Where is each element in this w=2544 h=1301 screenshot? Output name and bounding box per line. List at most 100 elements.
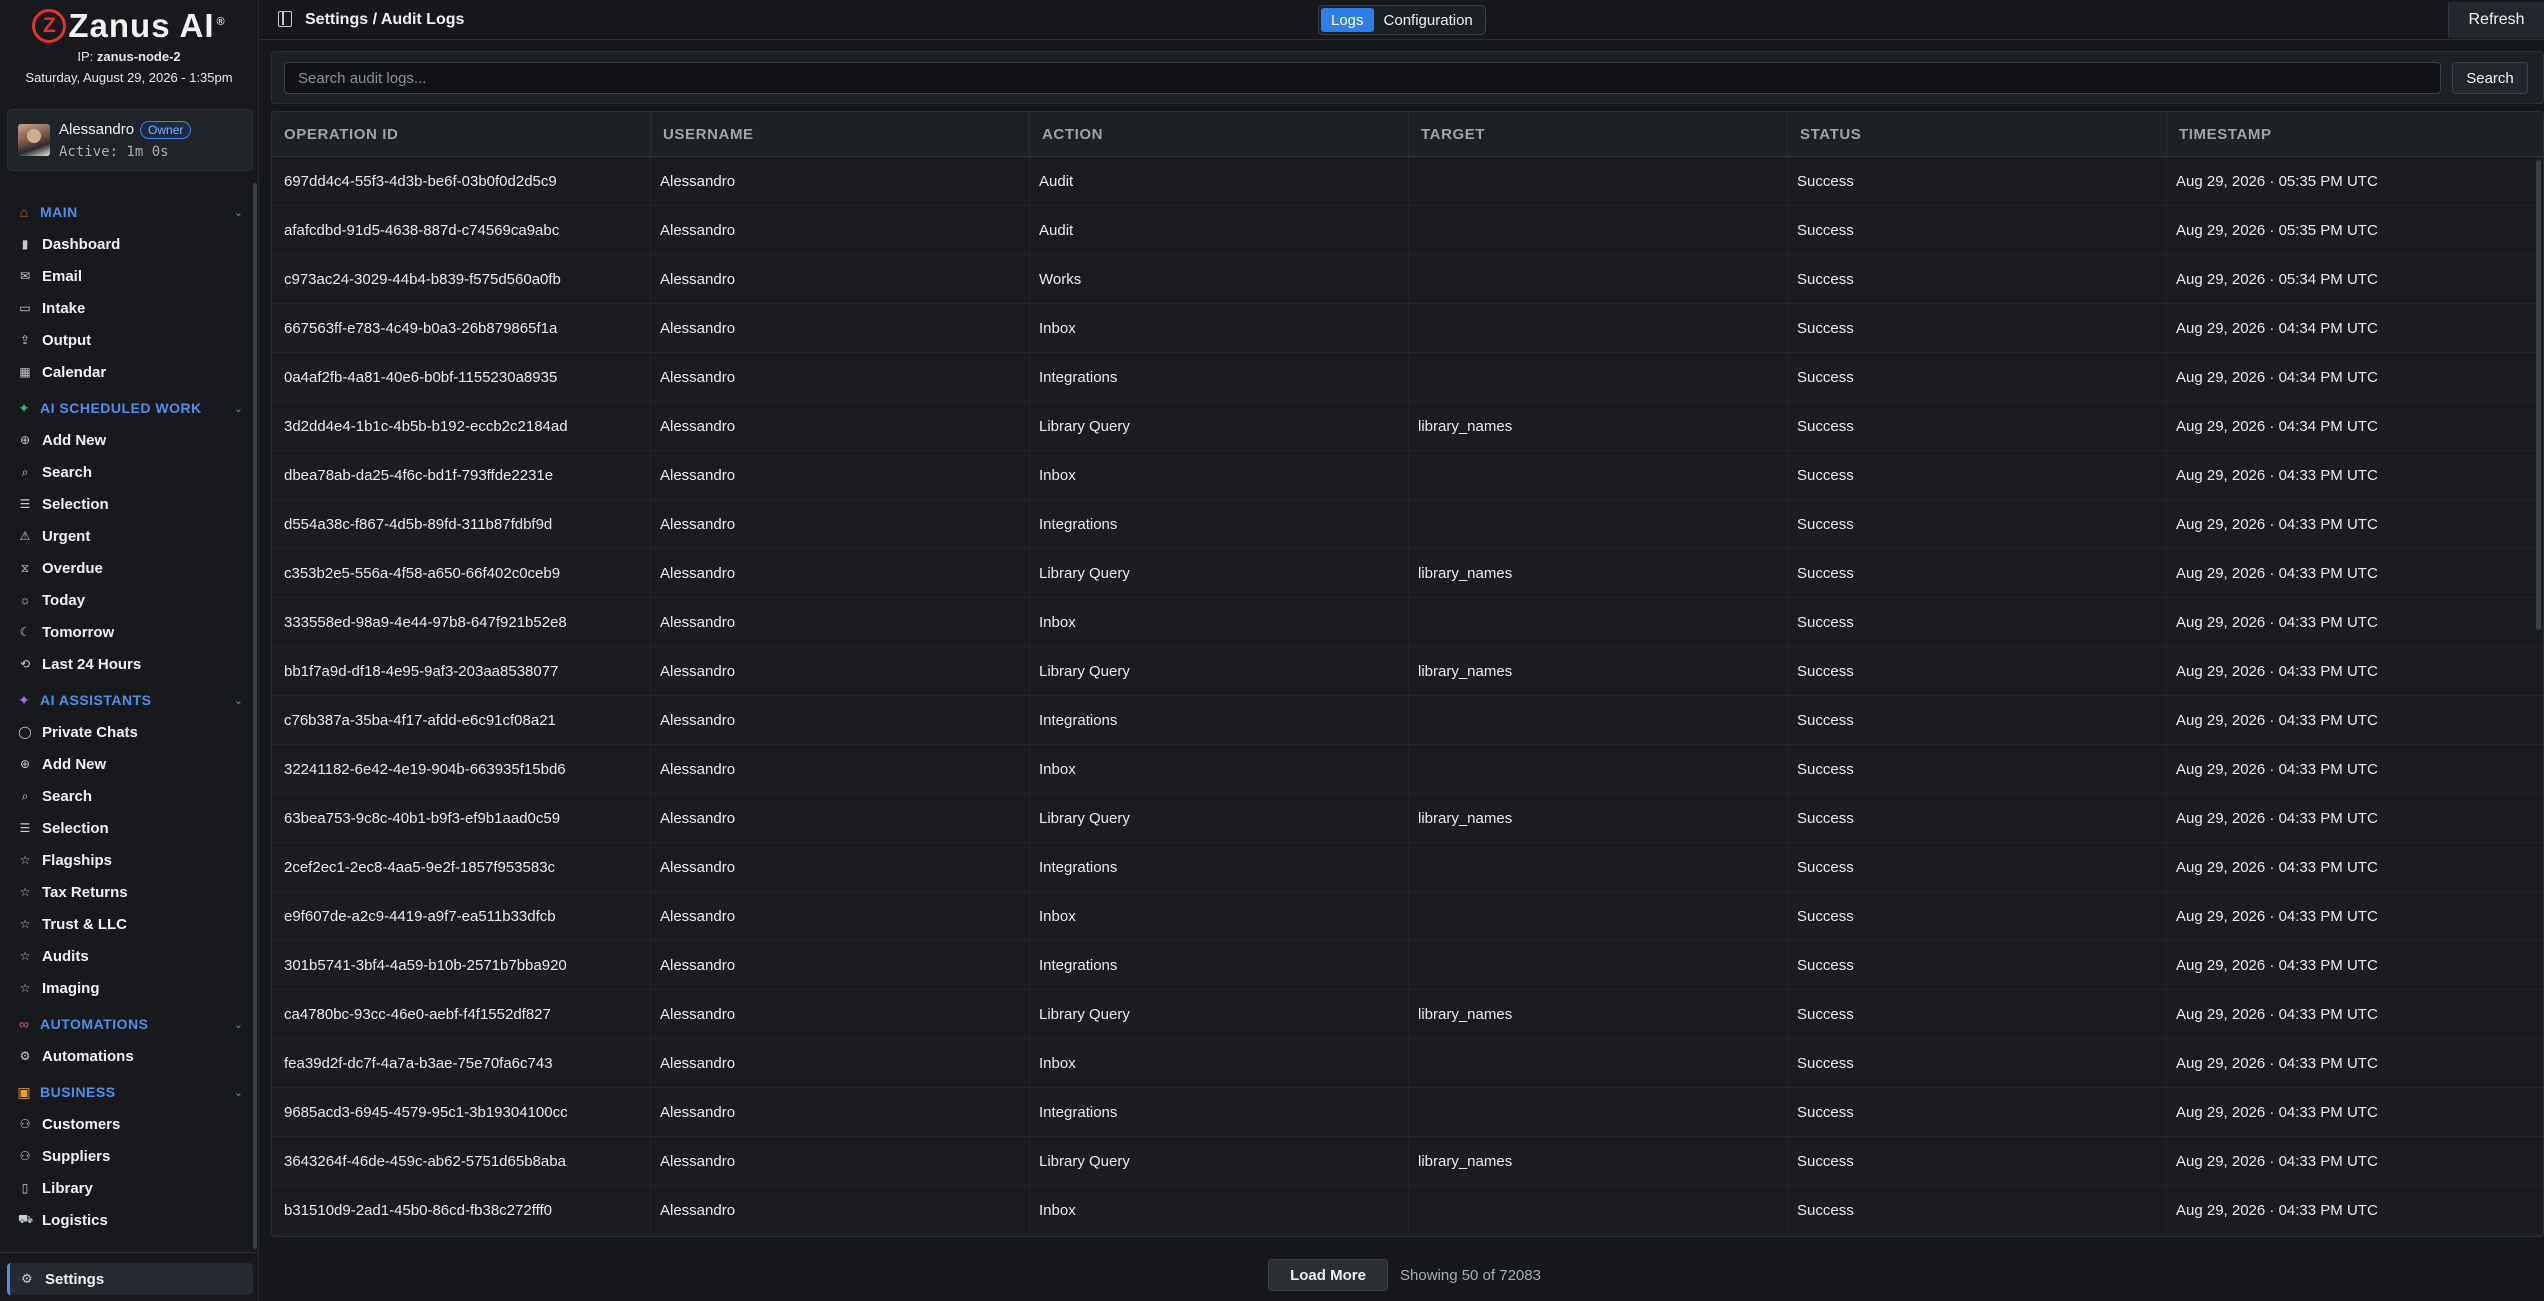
sidebar-nav: ⌂ MAIN ⌄ ▮ Dashboard ✉ Email ▭ Intake ⇪ Output ▦ Cal… <box>0 192 253 1236</box>
column-header-timestamp[interactable]: TIMESTAMP <box>2167 112 2543 156</box>
tab-configuration[interactable]: Configuration <box>1374 8 1483 32</box>
search-button[interactable]: Search <box>2452 62 2528 94</box>
sidebar-item-overdue[interactable]: ⧖ Overdue <box>0 552 253 584</box>
table-row[interactable]: 301b5741-3bf4-4a59-b10b-2571b7bba920 Ales… <box>272 941 2543 990</box>
sidebar-item-label: Imaging <box>42 979 100 997</box>
chevron-down-icon[interactable]: ⌄ <box>234 1018 243 1031</box>
section-header-ai-assistants[interactable]: ✦ AI ASSISTANTS ⌄ <box>0 684 253 716</box>
gear-icon: ⚙ <box>21 1271 33 1286</box>
sidebar-item-urgent[interactable]: ⚠ Urgent <box>0 520 253 552</box>
sidebar-item-selection[interactable]: ☰ Selection <box>0 488 253 520</box>
section-header-automations[interactable]: ∞ AUTOMATIONS ⌄ <box>0 1008 253 1040</box>
sidebar-item-selection[interactable]: ☰ Selection <box>0 812 253 844</box>
table-row[interactable]: 697dd4c4-55f3-4d3b-be6f-03b0f0d2d5c9 Ales… <box>272 157 2543 206</box>
sidebar-item-tomorrow[interactable]: ☾ Tomorrow <box>0 616 253 648</box>
operation-id-cell: d554a38c-f867-4d5b-89fd-311b87fdbf9d <box>272 500 651 548</box>
sidebar-item-label: Urgent <box>42 527 91 545</box>
table-row[interactable]: 63bea753-9c8c-40b1-b9f3-ef9b1aad0c59 Ales… <box>272 794 2543 843</box>
sidebar-scrollbar[interactable] <box>253 183 257 1249</box>
table-row[interactable]: afafcdbd-91d5-4638-887d-c74569ca9abc Ales… <box>272 206 2543 255</box>
action-cell: Inbox <box>1030 1186 1409 1234</box>
timestamp-cell: Aug 29, 2026 · 04:33 PM UTC <box>2176 1201 2378 1219</box>
sidebar-item-output[interactable]: ⇪ Output <box>0 324 253 356</box>
table-row[interactable]: 3d2dd4e4-1b1c-4b5b-b192-eccb2c2184ad Ales… <box>272 402 2543 451</box>
table-row[interactable]: fea39d2f-dc7f-4a7a-b3ae-75e70fa6c743 Ales… <box>272 1039 2543 1088</box>
operation-id-cell: c973ac24-3029-44b4-b839-f575d560a0fb <box>272 255 651 303</box>
table-row[interactable]: c353b2e5-556a-4f58-a650-66f402c0ceb9 Ales… <box>272 549 2543 598</box>
operation-id-cell: 697dd4c4-55f3-4d3b-be6f-03b0f0d2d5c9 <box>272 157 651 205</box>
calendar-icon: ▦ <box>19 365 31 379</box>
table-row[interactable]: ca4780bc-93cc-46e0-aebf-f4f1552df827 Ales… <box>272 990 2543 1039</box>
refresh-button[interactable]: Refresh <box>2448 2 2544 38</box>
sidebar-item-automations[interactable]: ⚙ Automations <box>0 1040 253 1072</box>
panel-toggle-icon[interactable] <box>278 11 292 27</box>
sidebar-item-private-chats[interactable]: ◯ Private Chats <box>0 716 253 748</box>
timestamp-cell: Aug 29, 2026 · 04:33 PM UTC <box>2176 858 2378 876</box>
table-row[interactable]: bb1f7a9d-df18-4e95-9af3-203aa8538077 Ales… <box>272 647 2543 696</box>
sidebar: Z Zanus AI ® IP: zanus-node-2 Saturday, A… <box>0 0 259 1301</box>
sidebar-item-logistics[interactable]: ⛟ Logistics <box>0 1204 253 1236</box>
column-header-action[interactable]: ACTION <box>1030 112 1409 156</box>
sidebar-item-last-24-hours[interactable]: ⟲ Last 24 Hours <box>0 648 253 680</box>
chevron-down-icon[interactable]: ⌄ <box>234 206 243 219</box>
target-cell <box>1409 206 1788 254</box>
table-row[interactable]: b31510d9-2ad1-45b0-86cd-fb38c272fff0 Ales… <box>272 1186 2543 1235</box>
table-row[interactable]: d554a38c-f867-4d5b-89fd-311b87fdbf9d Ales… <box>272 500 2543 549</box>
chevron-down-icon[interactable]: ⌄ <box>234 694 243 707</box>
sidebar-item-calendar[interactable]: ▦ Calendar <box>0 356 253 388</box>
section-header-ai-scheduled-work[interactable]: ✦ AI SCHEDULED WORK ⌄ <box>0 392 253 424</box>
sidebar-item-add-new[interactable]: ⊕ Add New <box>0 748 253 780</box>
column-header-username[interactable]: USERNAME <box>651 112 1030 156</box>
brand[interactable]: Z Zanus AI ® <box>0 0 258 46</box>
column-header-operation-id[interactable]: OPERATION ID <box>272 112 651 156</box>
sidebar-item-email[interactable]: ✉ Email <box>0 260 253 292</box>
operation-id-cell: 9685acd3-6945-4579-95c1-3b19304100cc <box>272 1088 651 1136</box>
audit-log-table: OPERATION ID USERNAME ACTION TARGET STATUS TI… <box>271 111 2544 1237</box>
operation-id-cell: 2cef2ec1-2ec8-4aa5-9e2f-1857f953583c <box>272 843 651 891</box>
sidebar-item-library[interactable]: ▯ Library <box>0 1172 253 1204</box>
table-row[interactable]: dbea78ab-da25-4f6c-bd1f-793ffde2231e Ales… <box>272 451 2543 500</box>
chevron-down-icon[interactable]: ⌄ <box>234 1086 243 1099</box>
sidebar-item-label: Calendar <box>42 363 107 381</box>
load-more-button[interactable]: Load More <box>1268 1259 1388 1291</box>
sidebar-item-customers[interactable]: ⚇ Customers <box>0 1108 253 1140</box>
sidebar-item-imaging[interactable]: ☆ Imaging <box>0 972 253 1004</box>
table-row[interactable]: 333558ed-98a9-4e44-97b8-647f921b52e8 Ales… <box>272 598 2543 647</box>
table-row[interactable]: 3643264f-46de-459c-ab62-5751d65b8aba Ales… <box>272 1137 2543 1186</box>
sidebar-item-settings[interactable]: ⚙ Settings <box>7 1263 253 1295</box>
avatar <box>18 124 50 156</box>
workflow-icon: ⚙ <box>19 1049 31 1063</box>
sidebar-item-intake[interactable]: ▭ Intake <box>0 292 253 324</box>
column-header-status[interactable]: STATUS <box>1788 112 2167 156</box>
sidebar-item-search[interactable]: ⌕ Search <box>0 780 253 812</box>
section-header-main[interactable]: ⌂ MAIN ⌄ <box>0 196 253 228</box>
table-scrollbar[interactable] <box>2536 160 2541 630</box>
table-row[interactable]: c973ac24-3029-44b4-b839-f575d560a0fb Ales… <box>272 255 2543 304</box>
sidebar-item-trust-and-llc[interactable]: ☆ Trust & LLC <box>0 908 253 940</box>
sidebar-item-add-new[interactable]: ⊕ Add New <box>0 424 253 456</box>
section-header-business[interactable]: ▣ BUSINESS ⌄ <box>0 1076 253 1108</box>
table-row[interactable]: 9685acd3-6945-4579-95c1-3b19304100cc Ales… <box>272 1088 2543 1137</box>
table-row[interactable]: c76b387a-35ba-4f17-afdd-e6c91cf08a21 Ales… <box>272 696 2543 745</box>
chevron-down-icon[interactable]: ⌄ <box>234 402 243 415</box>
sidebar-item-dashboard[interactable]: ▮ Dashboard <box>0 228 253 260</box>
username-cell: Alessandro <box>651 892 1030 940</box>
table-row[interactable]: 0a4af2fb-4a81-40e6-b0bf-1155230a8935 Ales… <box>272 353 2543 402</box>
sidebar-item-suppliers[interactable]: ⚇ Suppliers <box>0 1140 253 1172</box>
sidebar-item-tax-returns[interactable]: ☆ Tax Returns <box>0 876 253 908</box>
table-row[interactable]: 32241182-6e42-4e19-904b-663935f15bd6 Ales… <box>272 745 2543 794</box>
sidebar-item-search[interactable]: ⌕ Search <box>0 456 253 488</box>
sidebar-item-today[interactable]: ☼ Today <box>0 584 253 616</box>
table-row[interactable]: e9f607de-a2c9-4419-a9f7-ea511b33dfcb Ales… <box>272 892 2543 941</box>
table-row[interactable]: 2cef2ec1-2ec8-4aa5-9e2f-1857f953583c Ales… <box>272 843 2543 892</box>
column-header-target[interactable]: TARGET <box>1409 112 1788 156</box>
sidebar-item-label: Audits <box>42 947 89 965</box>
sidebar-item-flagships[interactable]: ☆ Flagships <box>0 844 253 876</box>
sidebar-item-label: Email <box>42 267 83 285</box>
sidebar-item-label: Trust & LLC <box>42 915 127 933</box>
table-row[interactable]: 667563ff-e783-4c49-b0a3-26b879865f1a Ales… <box>272 304 2543 353</box>
sidebar-item-audits[interactable]: ☆ Audits <box>0 940 253 972</box>
tab-logs[interactable]: Logs <box>1321 8 1374 32</box>
search-input[interactable] <box>284 62 2441 94</box>
user-card[interactable]: Alessandro Owner Active: 1m 0s <box>7 109 253 171</box>
